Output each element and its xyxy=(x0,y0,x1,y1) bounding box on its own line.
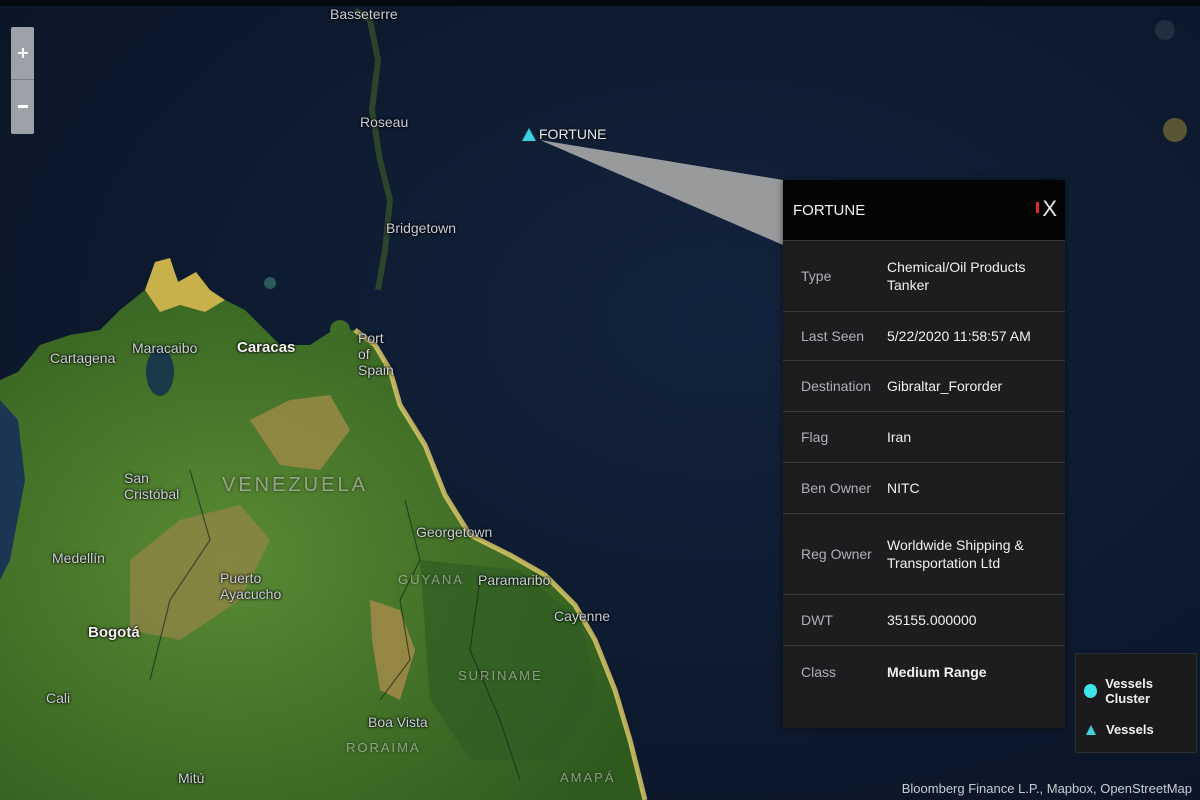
row-label: DWT xyxy=(801,612,833,628)
popup-row-destination: Destination Gibraltar_Fororder xyxy=(783,360,1065,411)
legend-label: Vessels Cluster xyxy=(1105,676,1153,706)
row-label: Type xyxy=(801,268,832,284)
legend-label: Vessels xyxy=(1106,722,1154,737)
place-roseau: Roseau xyxy=(360,114,409,130)
row-label: Destination xyxy=(801,378,872,394)
place-bridgetown: Bridgetown xyxy=(386,220,457,236)
row-value: 5/22/2020 11:58:57 AM xyxy=(887,328,1031,344)
triangle-icon xyxy=(1086,724,1096,735)
trinidad xyxy=(330,320,350,340)
place-paramaribo: Paramaribo xyxy=(478,572,551,588)
row-value: NITC xyxy=(887,480,920,496)
place-cartagena: Cartagena xyxy=(50,350,116,366)
place-san-cristobal: San Cristóbal xyxy=(124,470,180,502)
triangle-icon xyxy=(522,127,536,141)
minus-icon xyxy=(17,104,28,108)
row-value: 35155.000000 xyxy=(887,612,977,628)
island xyxy=(1155,20,1175,40)
row-value: Worldwide Shipping & Transportation Ltd xyxy=(887,537,1024,571)
place-bogota: Bogotá xyxy=(88,624,140,641)
place-mitu: Mitú xyxy=(178,770,205,786)
popup-row-flag: Flag Iran xyxy=(783,411,1065,462)
place-cayenne: Cayenne xyxy=(554,608,611,624)
popup-row-last-seen: Last Seen 5/22/2020 11:58:57 AM xyxy=(783,311,1065,360)
popup-row-class: Class Medium Range xyxy=(783,645,1065,698)
row-value: Iran xyxy=(887,429,912,445)
place-port-of-spain: Port of Spain xyxy=(358,330,394,378)
popup-header: FORTUNE X xyxy=(783,180,1065,240)
region-venezuela: VENEZUELA xyxy=(222,474,368,496)
popup-row-reg-owner: Reg Owner Worldwide Shipping & Transport… xyxy=(783,513,1065,594)
legend-item-vessels: Vessels xyxy=(1084,722,1154,737)
popup-row-dwt: DWT 35155.000000 xyxy=(783,594,1065,645)
close-icon[interactable]: X xyxy=(1042,198,1057,220)
place-maracaibo: Maracaibo xyxy=(132,340,198,356)
lesser-antilles xyxy=(353,7,394,291)
region-roraima: RORAIMA xyxy=(346,740,421,755)
row-label: Ben Owner xyxy=(801,480,872,496)
popup-row-type: Type Chemical/Oil Products Tanker xyxy=(783,240,1065,311)
row-label: Class xyxy=(801,664,837,680)
map-attribution: Bloomberg Finance L.P., Mapbox, OpenStre… xyxy=(901,781,1192,796)
region-amapa: AMAPÁ xyxy=(560,770,616,785)
plus-icon xyxy=(17,48,28,58)
row-label: Last Seen xyxy=(801,328,865,344)
legend-item-cluster: Vessels Cluster xyxy=(1084,676,1196,706)
region-suriname: SURINAME xyxy=(458,668,543,683)
row-value: Medium Range xyxy=(887,664,987,680)
place-cali: Cali xyxy=(46,690,71,706)
popup-title: FORTUNE xyxy=(793,201,866,219)
vessel-label: FORTUNE xyxy=(539,126,607,142)
place-medellin: Medellín xyxy=(52,550,105,566)
row-label: Flag xyxy=(801,429,829,445)
place-puerto-ayacucho: Puerto Ayacucho xyxy=(220,570,282,602)
place-georgetown: Georgetown xyxy=(416,524,493,540)
circle-icon xyxy=(1084,684,1098,698)
map-legend: Vessels Cluster Vessels xyxy=(1075,653,1197,753)
place-boa-vista: Boa Vista xyxy=(368,714,428,730)
region-guyana: GUYANA xyxy=(398,572,464,587)
island xyxy=(264,277,276,289)
zoom-out-button[interactable] xyxy=(11,80,34,132)
flag-icon xyxy=(1036,202,1039,213)
map-canvas[interactable]: Basseterre Roseau Bridgetown Cartagena M… xyxy=(0,0,1200,800)
zoom-in-button[interactable] xyxy=(11,27,34,80)
row-value: Gibraltar_Fororder xyxy=(887,378,1003,394)
vessel-marker[interactable]: FORTUNE xyxy=(522,126,606,142)
row-label: Reg Owner xyxy=(801,546,872,562)
zoom-control xyxy=(11,27,34,134)
place-basseterre: Basseterre xyxy=(330,6,398,22)
vessel-info-popup: FORTUNE X Type Chemical/Oil Products Tan… xyxy=(783,180,1065,728)
popup-row-ben-owner: Ben Owner NITC xyxy=(783,462,1065,513)
guajira-peninsula xyxy=(145,258,225,312)
island xyxy=(1163,118,1187,142)
place-caracas: Caracas xyxy=(237,339,296,356)
row-value: Chemical/Oil Products Tanker xyxy=(887,259,1026,293)
popup-pointer xyxy=(540,140,783,245)
